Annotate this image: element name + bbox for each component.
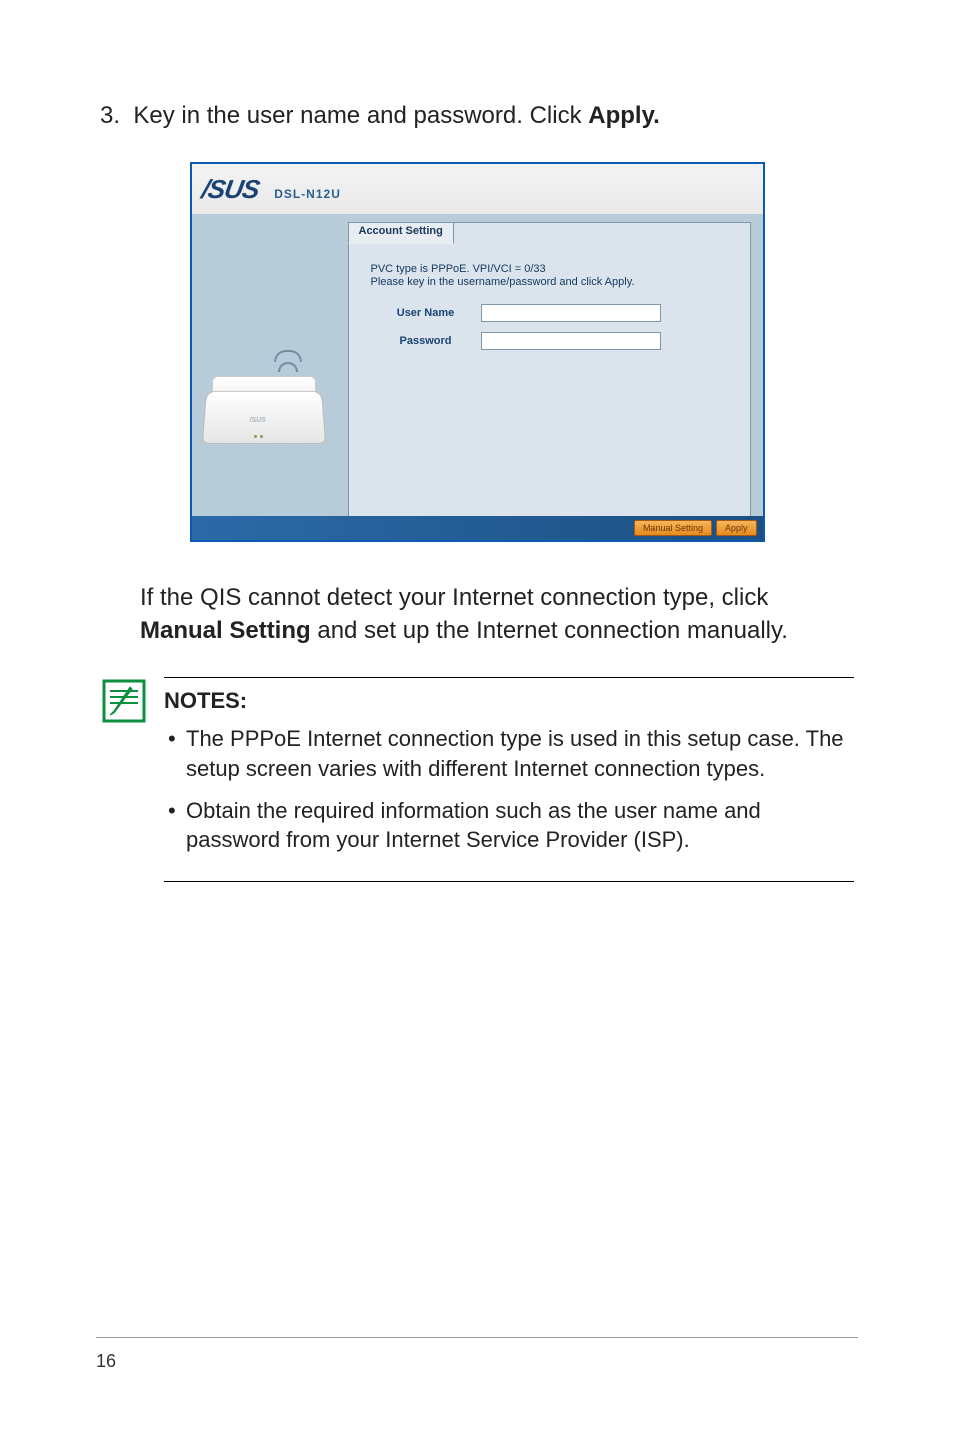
manual-setting-button[interactable]: Manual Setting <box>634 520 712 536</box>
ui-body: /SUS Account Setting PVC type is PPPoE. … <box>192 214 763 540</box>
qis-paragraph: If the QIS cannot detect your Internet c… <box>140 582 854 647</box>
notes-list: The PPPoE Internet connection type is us… <box>164 724 854 855</box>
router-device-icon: /SUS <box>204 354 324 444</box>
panel-content: PVC type is PPPoE. VPI/VCI = 0/33 Please… <box>371 263 728 360</box>
password-input[interactable] <box>481 332 661 350</box>
footer-rule <box>96 1337 858 1338</box>
apply-button[interactable]: Apply <box>716 520 757 536</box>
step-3-instruction: 3. Key in the user name and password. Cl… <box>100 100 854 132</box>
pvc-type-text: PVC type is PPPoE. VPI/VCI = 0/33 <box>371 263 728 275</box>
username-label: User Name <box>371 307 481 319</box>
page-number: 16 <box>96 1351 116 1372</box>
model-text: DSL-N12U <box>274 187 341 201</box>
username-input[interactable] <box>481 304 661 322</box>
qis-line1: If the QIS cannot detect your Internet c… <box>140 584 768 611</box>
note-item-2: Obtain the required information such as … <box>164 796 854 855</box>
notes-icon <box>100 677 148 725</box>
notes-section: NOTES: The PPPoE Internet connection typ… <box>100 677 854 882</box>
asus-logo: /SUS DSL-N12U <box>202 174 341 205</box>
panel-tab: Account Setting <box>348 222 454 244</box>
router-illustration: /SUS <box>196 244 336 474</box>
password-row: Password <box>371 332 728 350</box>
qis-tail: and set up the Internet connection manua… <box>311 617 788 644</box>
manual-setting-bold: Manual Setting <box>140 617 311 644</box>
screenshot-container: /SUS DSL-N12U /SUS <box>100 162 854 542</box>
ui-header: /SUS DSL-N12U <box>192 164 763 214</box>
step-text: Key in the user name and password. Click <box>133 102 588 129</box>
notes-heading: NOTES: <box>164 688 854 714</box>
account-setting-panel: Account Setting PVC type is PPPoE. VPI/V… <box>348 222 751 522</box>
manual-page: 3. Key in the user name and password. Cl… <box>0 0 954 1438</box>
instruction-text: Please key in the username/password and … <box>371 276 728 288</box>
ui-bottom-bar: Manual Setting Apply <box>192 516 763 540</box>
step-number: 3. <box>100 102 120 129</box>
password-label: Password <box>371 335 481 347</box>
apply-word: Apply. <box>588 102 660 129</box>
username-row: User Name <box>371 304 728 322</box>
brand-text: /SUS <box>199 174 261 205</box>
notes-block: NOTES: The PPPoE Internet connection typ… <box>164 677 854 882</box>
router-ui-screenshot: /SUS DSL-N12U /SUS <box>190 162 765 542</box>
note-item-1: The PPPoE Internet connection type is us… <box>164 724 854 783</box>
